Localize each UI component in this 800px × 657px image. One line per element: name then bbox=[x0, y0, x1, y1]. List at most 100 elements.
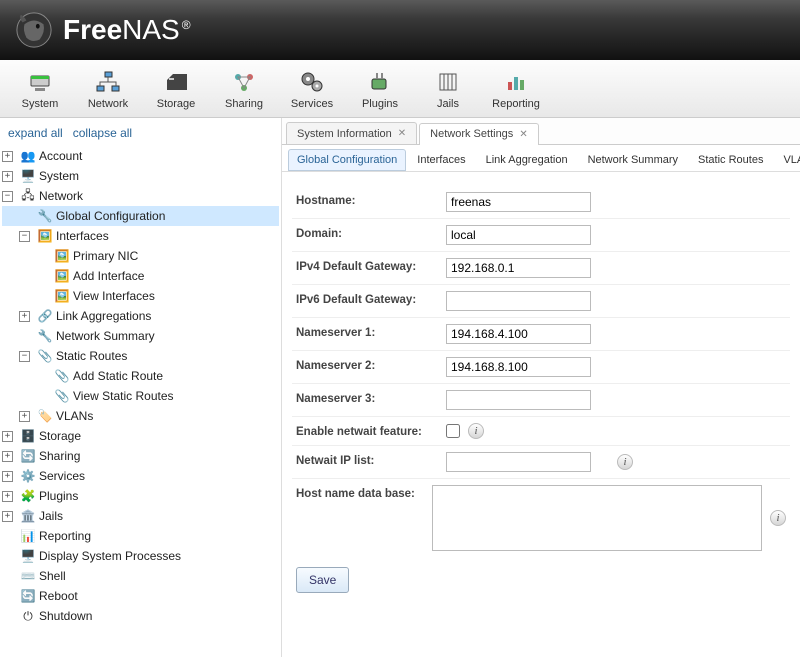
subtab-lagg[interactable]: Link Aggregation bbox=[477, 149, 577, 171]
collapse-icon[interactable]: − bbox=[19, 351, 30, 362]
expand-icon[interactable]: + bbox=[2, 451, 13, 462]
tree-shell[interactable]: ⌨️Shell bbox=[2, 566, 279, 586]
content-area: System Information✕ Network Settings✕ Gl… bbox=[282, 118, 800, 657]
toolbar-sharing[interactable]: Sharing bbox=[210, 63, 278, 115]
nameserver2-input[interactable] bbox=[446, 357, 591, 377]
tree-shutdown[interactable]: ⏻Shutdown bbox=[2, 606, 279, 626]
expand-icon[interactable]: + bbox=[2, 171, 13, 182]
expand-icon[interactable]: + bbox=[2, 471, 13, 482]
ns3-label: Nameserver 3: bbox=[296, 390, 446, 405]
ipv4-gateway-input[interactable] bbox=[446, 258, 591, 278]
expand-icon[interactable]: + bbox=[2, 491, 13, 502]
system-icon bbox=[27, 68, 53, 96]
tab-system-info[interactable]: System Information✕ bbox=[286, 122, 417, 144]
info-icon[interactable]: i bbox=[617, 454, 633, 470]
brand-rest: NAS bbox=[122, 14, 180, 46]
subtab-vlan[interactable]: VLAN bbox=[774, 149, 800, 171]
tree-services[interactable]: +⚙️Services bbox=[2, 466, 279, 486]
add-route-icon: 📎 bbox=[54, 368, 70, 384]
nameserver1-input[interactable] bbox=[446, 324, 591, 344]
collapse-icon[interactable]: − bbox=[2, 191, 13, 202]
expand-all-link[interactable]: expand all bbox=[8, 126, 63, 140]
domain-input[interactable] bbox=[446, 225, 591, 245]
tree-reporting[interactable]: 📊Reporting bbox=[2, 526, 279, 546]
info-icon[interactable]: i bbox=[468, 423, 484, 439]
nameserver3-input[interactable] bbox=[446, 390, 591, 410]
toolbar-label: Network bbox=[88, 98, 128, 110]
hostname-input[interactable] bbox=[446, 192, 591, 212]
tree-plugins[interactable]: +🧩Plugins bbox=[2, 486, 279, 506]
tree-link-agg[interactable]: +🔗Link Aggregations bbox=[2, 306, 279, 326]
jails-icon bbox=[435, 68, 461, 96]
collapse-all-link[interactable]: collapse all bbox=[73, 126, 132, 140]
nic-icon: 🖼️ bbox=[54, 248, 70, 264]
tree-net-summary[interactable]: 🔧Network Summary bbox=[2, 326, 279, 346]
toolbar-label: Reporting bbox=[492, 98, 540, 110]
tree-interfaces[interactable]: −🖼️Interfaces bbox=[2, 226, 279, 246]
tab-network-settings[interactable]: Network Settings✕ bbox=[419, 123, 539, 145]
tree-controls: expand all collapse all bbox=[2, 122, 279, 144]
toolbar-jails[interactable]: Jails bbox=[414, 63, 482, 115]
tree-system[interactable]: +🖥️System bbox=[2, 166, 279, 186]
subtab-routes[interactable]: Static Routes bbox=[689, 149, 772, 171]
subtab-summary[interactable]: Network Summary bbox=[579, 149, 687, 171]
tree-reboot[interactable]: 🔄Reboot bbox=[2, 586, 279, 606]
storage-icon bbox=[163, 68, 189, 96]
plugins-icon: 🧩 bbox=[20, 488, 36, 504]
network-icon bbox=[95, 68, 121, 96]
info-icon[interactable]: i bbox=[770, 510, 786, 526]
hosts-textarea[interactable] bbox=[432, 485, 762, 551]
ns1-label: Nameserver 1: bbox=[296, 324, 446, 339]
tree-network[interactable]: −🖧Network bbox=[2, 186, 279, 206]
netwait-ip-input[interactable] bbox=[446, 452, 591, 472]
close-icon[interactable]: ✕ bbox=[398, 128, 406, 139]
add-nic-icon: 🖼️ bbox=[54, 268, 70, 284]
expand-icon[interactable]: + bbox=[19, 311, 30, 322]
wrench-icon: 🔧 bbox=[37, 208, 53, 224]
tree-add-interface[interactable]: 🖼️Add Interface bbox=[2, 266, 279, 286]
expand-icon[interactable]: + bbox=[19, 411, 30, 422]
tree-view-interfaces[interactable]: 🖼️View Interfaces bbox=[2, 286, 279, 306]
tree-sharing[interactable]: +🔄Sharing bbox=[2, 446, 279, 466]
tree-primary-nic[interactable]: 🖼️Primary NIC bbox=[2, 246, 279, 266]
storage-icon: 🗄️ bbox=[20, 428, 36, 444]
tree-add-static[interactable]: 📎Add Static Route bbox=[2, 366, 279, 386]
netwait-checkbox[interactable] bbox=[446, 424, 460, 438]
netwait-ip-label: Netwait IP list: bbox=[296, 452, 446, 467]
freenas-logo-icon bbox=[15, 11, 53, 49]
expand-icon[interactable]: + bbox=[2, 151, 13, 162]
toolbar-plugins[interactable]: Plugins bbox=[346, 63, 414, 115]
tree-account[interactable]: +👥Account bbox=[2, 146, 279, 166]
jails-icon: 🏛️ bbox=[20, 508, 36, 524]
ipv6-gateway-input[interactable] bbox=[446, 291, 591, 311]
tree-static-routes[interactable]: −📎Static Routes bbox=[2, 346, 279, 366]
hosts-label: Host name data base: bbox=[296, 485, 432, 500]
collapse-icon[interactable]: − bbox=[19, 231, 30, 242]
toolbar-label: Services bbox=[291, 98, 333, 110]
toolbar-system[interactable]: System bbox=[6, 63, 74, 115]
toolbar-services[interactable]: Services bbox=[278, 63, 346, 115]
subtab-global[interactable]: Global Configuration bbox=[288, 149, 406, 171]
subtab-interfaces[interactable]: Interfaces bbox=[408, 149, 474, 171]
expand-icon[interactable]: + bbox=[2, 431, 13, 442]
tree-jails[interactable]: +🏛️Jails bbox=[2, 506, 279, 526]
expand-icon[interactable]: + bbox=[2, 511, 13, 522]
close-icon[interactable]: ✕ bbox=[519, 129, 527, 140]
tree-global-config[interactable]: 🔧Global Configuration bbox=[2, 206, 279, 226]
toolbar-storage[interactable]: Storage bbox=[142, 63, 210, 115]
sub-tab-strip: Global Configuration Interfaces Link Agg… bbox=[282, 145, 800, 172]
sharing-icon bbox=[231, 68, 257, 96]
toolbar-reporting[interactable]: Reporting bbox=[482, 63, 550, 115]
save-button[interactable]: Save bbox=[296, 567, 349, 593]
tree-vlans[interactable]: +🏷️VLANs bbox=[2, 406, 279, 426]
system-icon: 🖥️ bbox=[20, 168, 36, 184]
toolbar-network[interactable]: Network bbox=[74, 63, 142, 115]
tree-processes[interactable]: 🖥️Display System Processes bbox=[2, 546, 279, 566]
app-header: FreeNAS® bbox=[0, 0, 800, 60]
reporting-icon: 📊 bbox=[20, 528, 36, 544]
tree-storage[interactable]: +🗄️Storage bbox=[2, 426, 279, 446]
tree-view-static[interactable]: 📎View Static Routes bbox=[2, 386, 279, 406]
nav-sidebar: expand all collapse all +👥Account +🖥️Sys… bbox=[0, 118, 282, 657]
account-icon: 👥 bbox=[20, 148, 36, 164]
gw6-label: IPv6 Default Gateway: bbox=[296, 291, 446, 306]
